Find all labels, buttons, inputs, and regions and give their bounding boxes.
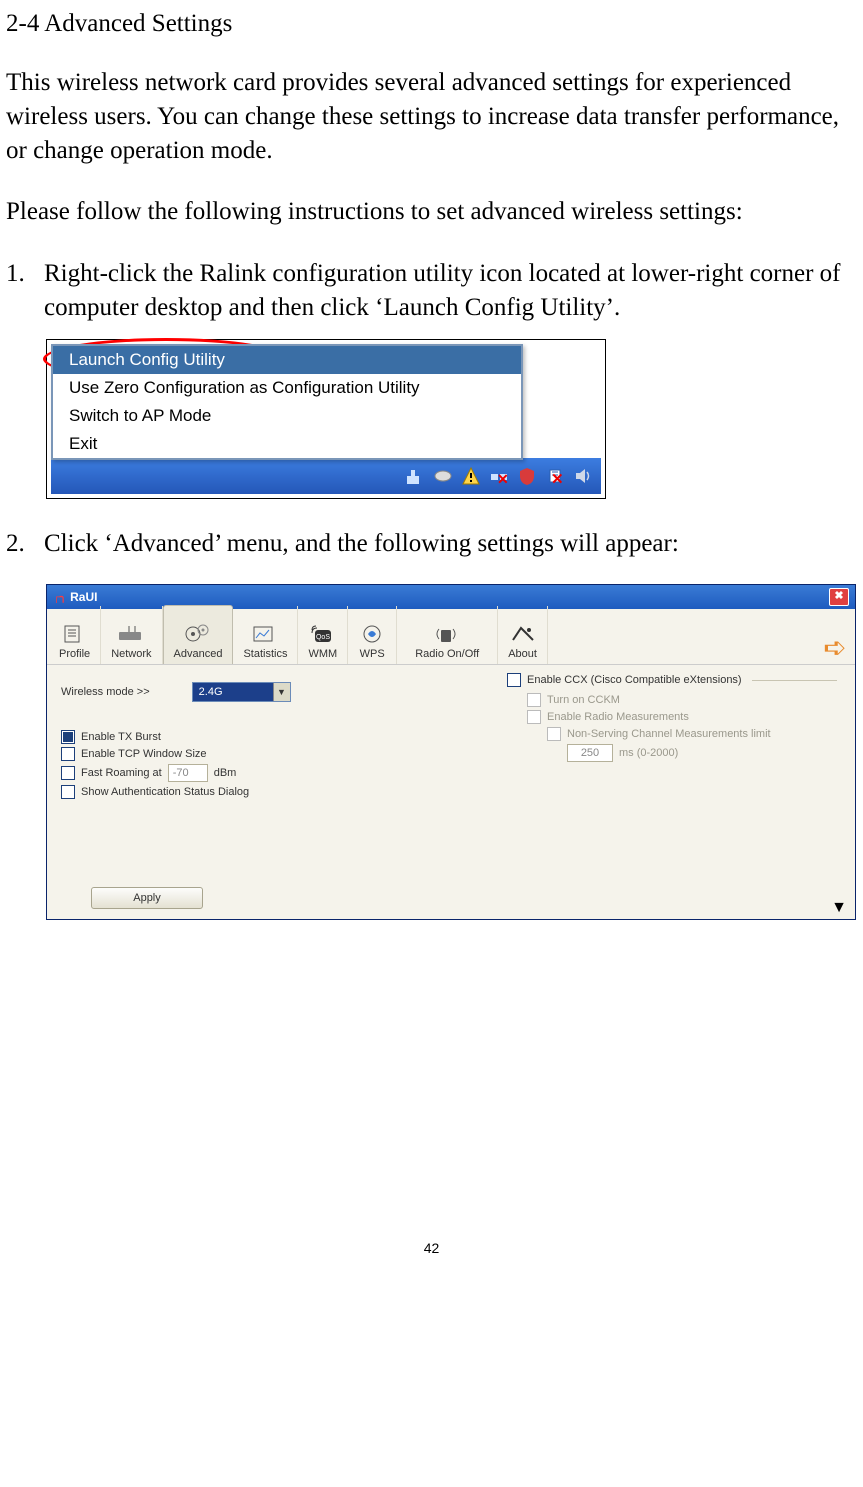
tab-profile-label: Profile (59, 648, 90, 660)
combo-dropdown-icon[interactable]: ▼ (273, 683, 290, 701)
tray-volume-icon[interactable] (573, 466, 593, 486)
tab-network[interactable]: Network (101, 606, 162, 664)
menu-item-launch[interactable]: Launch Config Utility (53, 346, 521, 374)
intro-paragraph-2: Please follow the following instructions… (6, 195, 857, 229)
tab-wps[interactable]: WPS (348, 606, 397, 664)
lbl-cckm: Turn on CCKM (547, 694, 620, 706)
menu-item-apmode[interactable]: Switch to AP Mode (53, 402, 521, 430)
menu-item-exit[interactable]: Exit (53, 430, 521, 458)
wireless-mode-combo[interactable]: 2.4G ▼ (192, 682, 291, 702)
tab-about[interactable]: About (498, 606, 548, 664)
tab-radio[interactable]: Radio On/Off (397, 606, 498, 664)
lbl-nonserving: Non-Serving Channel Measurements limit (567, 728, 771, 740)
context-menu-screenshot: Launch Config Utility Use Zero Configura… (46, 339, 606, 499)
tab-wps-label: WPS (360, 648, 385, 660)
intro-paragraph-1: This wireless network card provides seve… (6, 66, 857, 167)
chk-tx-burst[interactable] (61, 730, 75, 744)
context-menu: Launch Config Utility Use Zero Configura… (51, 344, 523, 460)
tray-warning-icon[interactable] (461, 466, 481, 486)
lbl-tx-burst: Enable TX Burst (81, 731, 161, 743)
tab-network-label: Network (111, 648, 151, 660)
ccx-ms-input[interactable]: 250 (567, 744, 613, 762)
network-icon (117, 622, 145, 646)
collapse-arrow-icon[interactable]: ▼ (831, 899, 847, 917)
tabs-next-arrow[interactable]: ➪ (817, 631, 853, 664)
tab-wmm-label: WMM (308, 648, 337, 660)
tab-wmm[interactable]: QoS WMM (298, 606, 348, 664)
menu-item-zeroconf[interactable]: Use Zero Configuration as Configuration … (53, 374, 521, 402)
lbl-auth-dialog: Show Authentication Status Dialog (81, 786, 249, 798)
chk-radio-meas[interactable] (527, 710, 541, 724)
about-icon (509, 622, 537, 646)
tab-about-label: About (508, 648, 537, 660)
raui-tabbar: Profile Network Advanced Statistics QoS … (47, 609, 855, 665)
tab-radio-label: Radio On/Off (415, 648, 479, 660)
lbl-fast-roaming: Fast Roaming at (81, 767, 162, 779)
chk-tcp-window[interactable] (61, 747, 75, 761)
tab-statistics-label: Statistics (243, 648, 287, 660)
step-2-text: Click ‘Advanced’ menu, and the following… (44, 527, 857, 561)
tray-shield-icon[interactable] (517, 466, 537, 486)
chk-cckm[interactable] (527, 693, 541, 707)
wireless-mode-label: Wireless mode >> (61, 686, 150, 698)
lbl-tcp-window: Enable TCP Window Size (81, 748, 207, 760)
chk-fast-roaming[interactable] (61, 766, 75, 780)
advanced-icon (184, 622, 212, 646)
wps-icon (358, 622, 386, 646)
profile-icon (61, 622, 89, 646)
tray-network-icon[interactable] (405, 466, 425, 486)
step-1-text: Right-click the Ralink configuration uti… (44, 257, 857, 325)
lbl-ccx: Enable CCX (Cisco Compatible eXtensions) (527, 674, 742, 686)
statistics-icon (251, 622, 279, 646)
fast-roaming-unit: dBm (214, 767, 237, 779)
chk-ccx[interactable] (507, 673, 521, 687)
tray-network2-icon[interactable]: ✕ (489, 466, 509, 486)
wireless-mode-value: 2.4G (193, 686, 273, 698)
wmm-icon: QoS (309, 622, 337, 646)
chk-nonserving[interactable] (547, 727, 561, 741)
svg-text:QoS: QoS (316, 634, 330, 641)
radio-icon (433, 622, 461, 646)
close-button[interactable]: ✖ (829, 588, 849, 606)
tab-advanced-label: Advanced (174, 648, 223, 660)
chk-auth-dialog[interactable] (61, 785, 75, 799)
raui-title-text: RaUI (70, 590, 97, 604)
ccx-ms-unit: ms (0-2000) (619, 747, 678, 759)
apply-button[interactable]: Apply (91, 887, 203, 909)
tab-statistics[interactable]: Statistics (233, 606, 298, 664)
step-2-number: 2. (6, 527, 44, 561)
fast-roaming-input[interactable]: -70 (168, 764, 208, 782)
tray-ralink-icon[interactable]: ✕ (545, 466, 565, 486)
raui-app-icon: ┌╮ (53, 592, 66, 603)
tray-disk-icon[interactable] (433, 466, 453, 486)
tab-profile[interactable]: Profile (49, 606, 101, 664)
page-number: 42 (6, 1240, 857, 1256)
tab-advanced[interactable]: Advanced (163, 605, 234, 664)
lbl-radio-meas: Enable Radio Measurements (547, 711, 689, 723)
step-1-number: 1. (6, 257, 44, 325)
section-heading: 2-4 Advanced Settings (6, 10, 857, 38)
raui-window: ┌╮ RaUI ✖ Profile Network Advanced (46, 584, 856, 920)
taskbar: ✕ ✕ (51, 458, 601, 494)
